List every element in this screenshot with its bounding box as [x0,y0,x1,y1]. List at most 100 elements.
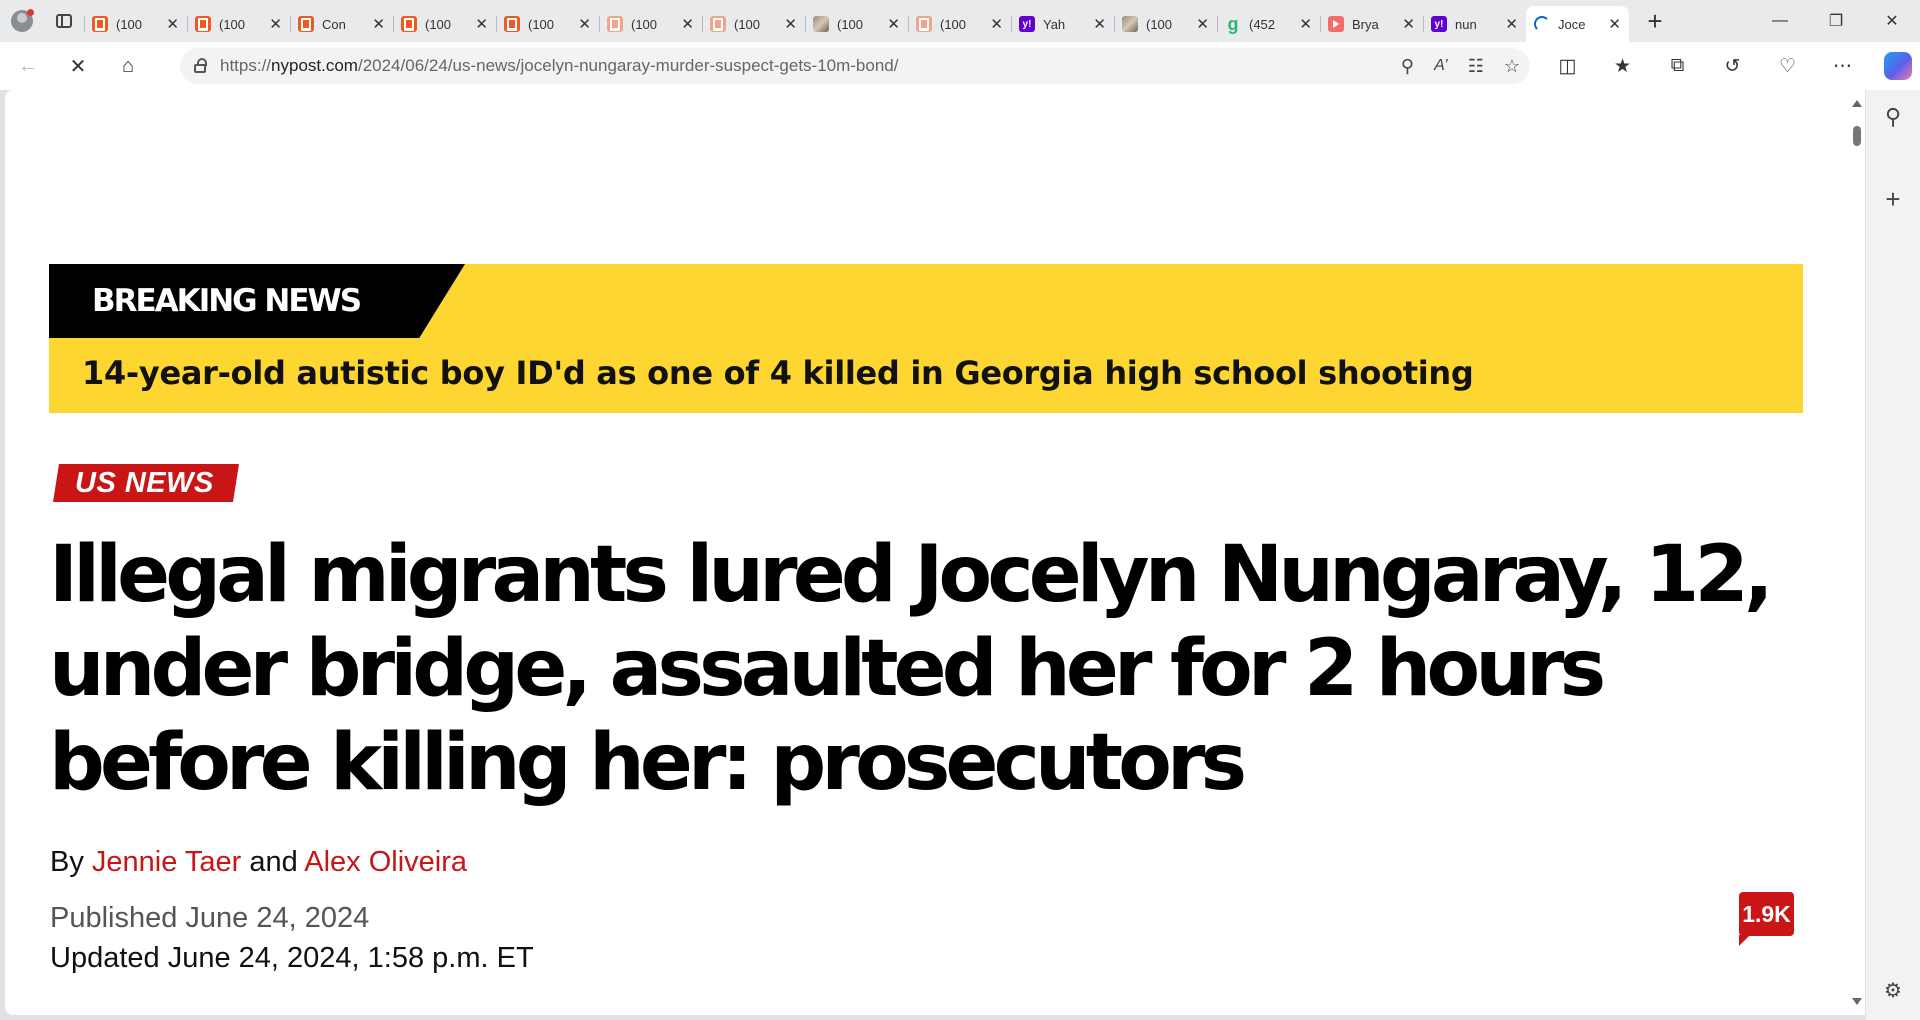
address-bar[interactable]: https://nypost.com/2024/06/24/us-news/jo… [180,48,1530,84]
browser-tab[interactable]: (100 ✕ [187,6,290,42]
tab-title: nun [1455,16,1477,32]
yahoo-favicon-icon: y! [1431,16,1447,32]
new-tab-button[interactable]: + [1637,3,1673,39]
toolbar-right: ◫ ★ ⧉ ↺ ♡ ⋯ [1540,42,1920,90]
collections-icon[interactable]: ⧉ [1650,55,1705,77]
section-tag[interactable]: US NEWS [53,464,239,502]
tab-close-icon[interactable]: ✕ [887,15,900,33]
tab-close-icon[interactable]: ✕ [1299,15,1312,33]
settings-gear-icon[interactable]: ⚙ [1866,978,1920,1003]
edge-sidebar: ⚲ + ⚙ [1866,90,1920,1020]
profile-avatar[interactable] [0,0,44,42]
page-scrollbar[interactable] [1848,90,1866,1015]
page-viewport: BREAKING NEWS 14-year-old autistic boy I… [5,90,1848,1015]
immersive-reader-icon[interactable]: ☷ [1468,56,1484,77]
tab-title: (100 [631,16,658,32]
add-sidebar-app-icon[interactable]: + [1866,184,1920,215]
tab-title: (100 [940,16,967,32]
byline-prefix: By [50,846,84,878]
browser-tab[interactable]: (100 ✕ [1114,6,1217,42]
breaking-news-banner[interactable]: BREAKING NEWS 14-year-old autistic boy I… [49,264,1803,413]
orange-bookmark-favicon-icon [401,16,417,32]
tab-close-icon[interactable]: ✕ [1402,15,1415,33]
tab-actions-icon [56,14,72,28]
browser-tab[interactable]: y! nun ✕ [1423,6,1526,42]
browser-tab[interactable]: (100 ✕ [393,6,496,42]
tab-close-icon[interactable]: ✕ [1505,15,1518,33]
tab-close-icon[interactable]: ✕ [681,15,694,33]
byline: By Jennie Taer and Alex Oliveira [50,846,467,879]
scroll-up-arrow-icon[interactable] [1852,100,1862,107]
browser-tab[interactable]: (100 ✕ [702,6,805,42]
history-icon[interactable]: ↺ [1705,55,1760,78]
loading-favicon-icon [1534,16,1550,32]
home-button[interactable]: ⌂ [106,48,150,84]
comment-count-button[interactable]: 1.9K [1739,892,1794,946]
browser-tab[interactable]: (100 ✕ [908,6,1011,42]
tab-title: (100 [528,16,555,32]
browser-tab[interactable]: y! Yah ✕ [1011,6,1114,42]
breaking-news-label: BREAKING NEWS [49,264,465,338]
tab-title: Brya [1352,16,1379,32]
browser-tab[interactable]: (100 ✕ [496,6,599,42]
url-text[interactable]: https://nypost.com/2024/06/24/us-news/jo… [220,56,898,76]
stop-loading-button[interactable]: ✕ [56,48,100,84]
navigation-bar: ← ✕ ⌂ https://nypost.com/2024/06/24/us-n… [0,42,1920,90]
tab-list: (100 ✕ (100 ✕ Con ✕ (100 ✕ (100 ✕ (100 ✕ (100 ✕ (100 ✕(… [84,0,1629,42]
browser-tab[interactable]: (100 ✕ [599,6,702,42]
tab-close-icon[interactable]: ✕ [578,15,591,33]
minimize-button[interactable]: — [1752,0,1808,42]
tab-strip: (100 ✕ (100 ✕ Con ✕ (100 ✕ (100 ✕ (100 ✕ (100 ✕ (100 ✕(… [0,0,1920,42]
tab-close-icon[interactable]: ✕ [475,15,488,33]
site-info-button[interactable] [180,58,220,73]
byline-conjunction: and [249,846,298,878]
close-window-button[interactable]: ✕ [1864,0,1920,42]
favorite-star-icon[interactable]: ☆ [1504,56,1520,77]
tab-close-icon[interactable]: ✕ [372,15,385,33]
pale-bookmark-favicon-icon [710,16,726,32]
tab-close-icon[interactable]: ✕ [784,15,797,33]
scroll-down-arrow-icon[interactable] [1852,998,1862,1005]
tab-title: Yah [1043,16,1066,32]
tab-close-icon[interactable]: ✕ [166,15,179,33]
tab-close-icon[interactable]: ✕ [269,15,282,33]
author-link[interactable]: Jennie Taer [92,846,241,878]
browser-tab[interactable]: g (452 ✕ [1217,6,1320,42]
split-screen-icon[interactable]: ◫ [1540,55,1595,78]
breaking-news-headline[interactable]: 14-year-old autistic boy ID'd as one of … [82,354,1474,392]
scroll-thumb[interactable] [1853,126,1861,146]
tab-actions-menu-button[interactable] [44,0,84,42]
photo-favicon-icon [1122,16,1138,32]
tab-title: (100 [837,16,864,32]
lock-icon [194,58,207,73]
copilot-button[interactable] [1870,52,1920,80]
browser-essentials-icon[interactable]: ♡ [1760,55,1815,78]
pale-bookmark-favicon-icon [607,16,623,32]
youtube-favicon-icon [1328,16,1344,32]
browser-tab[interactable]: Con ✕ [290,6,393,42]
browser-tab[interactable]: Joce ✕ [1526,6,1629,42]
author-link[interactable]: Alex Oliveira [304,846,467,878]
url-scheme: https:// [220,56,272,75]
restore-button[interactable]: ❐ [1808,0,1864,42]
browser-tab[interactable]: Brya ✕ [1320,6,1423,42]
tab-title: (100 [116,16,143,32]
browser-tab[interactable]: (100 ✕ [84,6,187,42]
published-date: Published June 24, 2024 [50,902,370,934]
zoom-icon[interactable]: ⚲ [1401,56,1414,77]
green-g-favicon-icon: g [1227,13,1239,34]
back-button[interactable]: ← [6,48,50,84]
browser-tab[interactable]: (100 ✕ [805,6,908,42]
search-icon[interactable]: ⚲ [1866,104,1920,130]
more-menu-icon[interactable]: ⋯ [1815,55,1870,78]
tab-close-icon[interactable]: ✕ [990,15,1003,33]
tab-title: Joce [1558,16,1586,32]
tab-close-icon[interactable]: ✕ [1093,15,1106,33]
home-icon: ⌂ [121,54,135,77]
tab-title: (100 [1146,16,1173,32]
read-aloud-icon[interactable]: A’ [1434,57,1448,75]
address-bar-actions: ⚲ A’ ☷ ☆ [1401,48,1520,84]
tab-close-icon[interactable]: ✕ [1608,15,1621,33]
favorites-icon[interactable]: ★ [1595,55,1650,78]
tab-close-icon[interactable]: ✕ [1196,15,1209,33]
